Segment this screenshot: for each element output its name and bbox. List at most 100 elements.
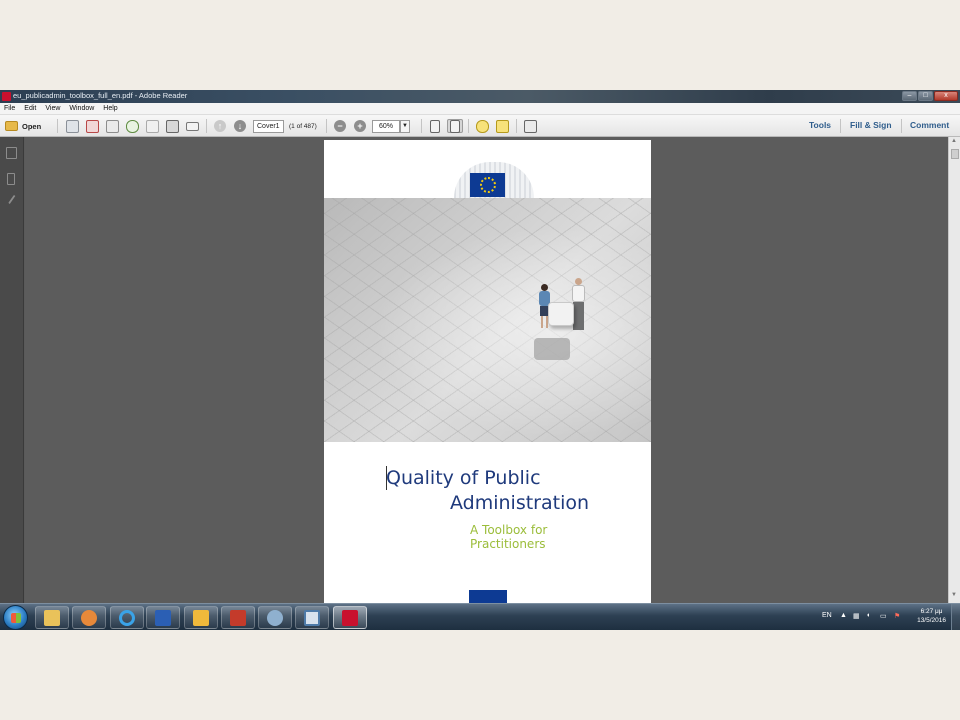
minimize-button[interactable]: –: [902, 91, 917, 101]
chevron-down-icon[interactable]: ▼: [400, 119, 410, 133]
menu-view[interactable]: View: [45, 105, 60, 112]
tools-pane-link[interactable]: Tools: [809, 120, 831, 130]
taskbar-media-player[interactable]: [72, 606, 106, 629]
action-center-icon[interactable]: ⚑: [894, 612, 900, 630]
save-icon: [145, 119, 159, 133]
full-screen-button[interactable]: [522, 119, 538, 133]
sign-button[interactable]: [104, 119, 120, 133]
windows-taskbar: EN ▲ ▦ ◖ ▭ ⚑ 6:27 μμ 13/5/2016: [0, 603, 960, 630]
ie-icon: [119, 609, 135, 626]
scroll-up-icon[interactable]: ▲: [951, 138, 957, 144]
cloud-button[interactable]: [124, 119, 140, 133]
open-button[interactable]: Open: [5, 119, 47, 133]
separator: [326, 119, 327, 133]
separator: [57, 119, 58, 133]
language-indicator[interactable]: EN: [822, 612, 832, 630]
taskbar-access[interactable]: [221, 606, 255, 629]
zoom-select[interactable]: 60% ▼: [372, 119, 410, 133]
fill-sign-pane-link[interactable]: Fill & Sign: [850, 120, 892, 130]
sticky-note-button[interactable]: [474, 119, 490, 133]
taskbar-word[interactable]: [146, 606, 180, 629]
network-icon[interactable]: ▦: [853, 612, 860, 630]
expand-icon: [523, 119, 537, 133]
close-button[interactable]: x: [934, 91, 958, 101]
separator: [516, 119, 517, 133]
zoom-in-button[interactable]: +: [352, 119, 368, 133]
scrollbar-thumb[interactable]: [951, 149, 959, 159]
adobe-reader-icon: [2, 92, 11, 101]
folder-icon: [5, 121, 18, 131]
previous-page-button[interactable]: ↑: [212, 119, 228, 133]
start-button[interactable]: [3, 605, 28, 630]
battery-icon[interactable]: ▭: [880, 612, 887, 630]
page-number-value: Cover1: [253, 119, 284, 133]
word-icon: [155, 609, 171, 626]
screen: eu_publicadmin_toolbox_full_en.pdf - Ado…: [0, 90, 960, 630]
eu-flag-strip: [469, 590, 507, 604]
separator: [840, 119, 841, 133]
show-hidden-icons-icon[interactable]: ▲: [840, 612, 847, 630]
menu-bar: File Edit View Window Help: [0, 103, 960, 115]
window-controls: – □ x: [902, 91, 958, 101]
edit-pdf-icon: [85, 119, 99, 133]
separator: [468, 119, 469, 133]
explorer-icon: [44, 609, 60, 626]
document-subtitle-line-1: A Toolbox for: [470, 523, 548, 537]
taskbar-powerpoint[interactable]: [295, 606, 329, 629]
pdf-page[interactable]: European Commission Quality of Public Ad…: [324, 140, 651, 604]
separator: [206, 119, 207, 133]
vertical-scrollbar[interactable]: ▲ ▼: [948, 137, 960, 603]
page-count: (1 of 487): [289, 119, 317, 133]
cloud-upload-icon: [125, 119, 139, 133]
next-page-button[interactable]: ↓: [232, 119, 248, 133]
email-icon: [185, 121, 199, 131]
taskbar-internet-explorer[interactable]: [110, 606, 144, 629]
fit-page-button[interactable]: [427, 119, 443, 133]
email-button[interactable]: [184, 119, 200, 133]
create-pdf-icon: [65, 119, 79, 133]
scroll-down-icon[interactable]: ▼: [951, 592, 957, 598]
arrow-down-icon: ↓: [234, 120, 246, 132]
access-icon: [230, 609, 246, 626]
fit-width-button[interactable]: [447, 119, 463, 133]
plus-icon: +: [354, 120, 366, 132]
page-count-label: (1 of 487): [289, 122, 317, 130]
toolbar: Open ↑ ↓ Cover1 (1 of 487) − + 60% ▼ Too…: [0, 115, 960, 137]
document-title-line-2: Administration: [450, 492, 590, 514]
menu-file[interactable]: File: [4, 105, 15, 112]
menu-window[interactable]: Window: [69, 105, 94, 112]
powerpoint-icon: [304, 609, 320, 626]
puzzle-hole: [534, 338, 570, 360]
taskbar-outlook[interactable]: [184, 606, 218, 629]
zoom-out-button[interactable]: −: [332, 119, 348, 133]
document-title-line-1: Quality of Public: [386, 467, 541, 489]
edit-pdf-button[interactable]: [84, 119, 100, 133]
maximize-button[interactable]: □: [918, 91, 933, 101]
arrow-up-icon: ↑: [214, 120, 226, 132]
fit-page-icon: [430, 119, 440, 133]
adobe-reader-icon: [342, 609, 358, 626]
highlight-button[interactable]: [494, 119, 510, 133]
taskbar-adobe-reader[interactable]: [333, 606, 367, 629]
taskbar-explorer[interactable]: [35, 606, 69, 629]
taskbar-app[interactable]: [258, 606, 292, 629]
navigation-pane: [0, 137, 24, 603]
menu-help[interactable]: Help: [103, 105, 117, 112]
system-clock[interactable]: 6:27 μμ 13/5/2016: [917, 607, 946, 625]
menu-edit[interactable]: Edit: [24, 105, 36, 112]
title-bar: eu_publicadmin_toolbox_full_en.pdf - Ado…: [0, 90, 960, 103]
page-number-input[interactable]: Cover1: [253, 119, 284, 133]
comment-pane-link[interactable]: Comment: [910, 120, 949, 130]
app-icon: [267, 609, 283, 626]
page-thumbnails-icon[interactable]: [6, 147, 17, 159]
show-desktop-button[interactable]: [951, 604, 960, 630]
print-button[interactable]: [164, 119, 180, 133]
paperclip-icon[interactable]: [8, 194, 23, 210]
save-button[interactable]: [144, 119, 160, 133]
open-label: Open: [22, 121, 42, 131]
puzzle-piece: [548, 302, 574, 326]
volume-icon[interactable]: ◖: [866, 612, 870, 630]
create-pdf-button[interactable]: [64, 119, 80, 133]
eu-flag-icon: [470, 173, 505, 197]
bookmarks-icon[interactable]: [7, 173, 15, 185]
